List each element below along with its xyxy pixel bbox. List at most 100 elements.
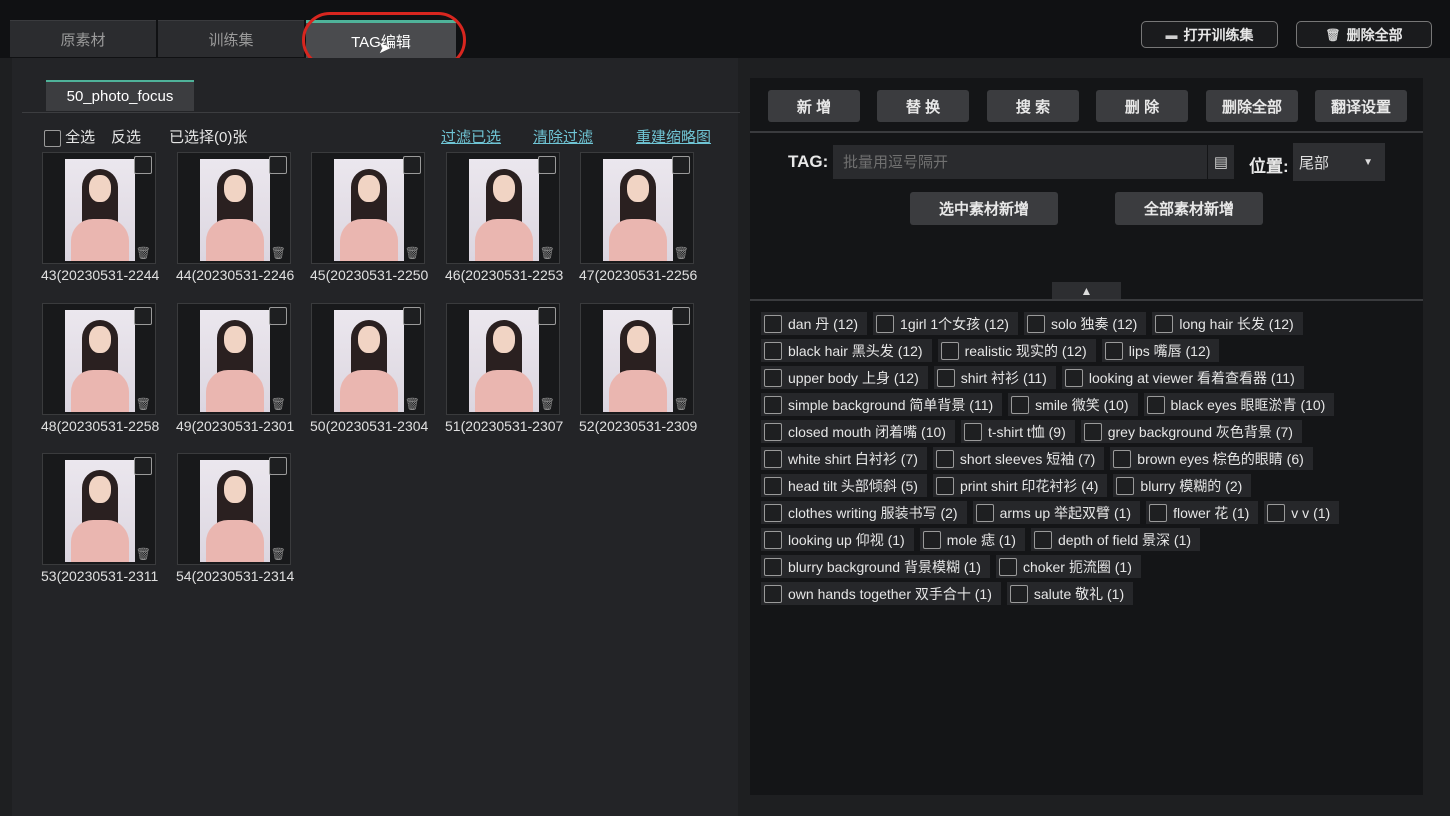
tag-input[interactable] <box>833 145 1207 179</box>
tag-checkbox[interactable] <box>1009 584 1028 603</box>
thumbnail-checkbox[interactable] <box>672 156 690 174</box>
tag-checkbox[interactable] <box>1267 503 1286 522</box>
trash-icon[interactable]: 🗑 <box>136 246 151 260</box>
tab-training-set[interactable]: 训练集 <box>158 20 304 57</box>
tag-item[interactable]: looking up 仰视 (1) <box>761 528 914 551</box>
delete-button[interactable]: 删 除 <box>1096 90 1188 122</box>
tag-checkbox[interactable] <box>935 476 954 495</box>
tag-item[interactable]: flower 花 (1) <box>1146 501 1259 524</box>
tag-checkbox[interactable] <box>1026 314 1045 333</box>
tag-checkbox[interactable] <box>1113 449 1132 468</box>
tag-item[interactable]: blurry 模糊的 (2) <box>1113 474 1252 497</box>
tag-checkbox[interactable] <box>1033 530 1052 549</box>
trash-icon[interactable]: 🗑 <box>674 397 689 411</box>
add-to-all-button[interactable]: 全部素材新增 <box>1115 192 1263 225</box>
tag-checkbox[interactable] <box>1064 368 1083 387</box>
replace-button[interactable]: 替 换 <box>877 90 969 122</box>
tag-item[interactable]: solo 独奏 (12) <box>1023 312 1147 335</box>
tag-checkbox[interactable] <box>764 341 782 360</box>
tag-item[interactable]: salute 敬礼 (1) <box>1006 582 1134 605</box>
tag-checkbox[interactable] <box>1146 395 1165 414</box>
tag-item[interactable]: blurry background 背景模糊 (1) <box>761 555 990 578</box>
tag-item[interactable]: looking at viewer 看着查看器 (11) <box>1061 366 1304 389</box>
image-thumbnail[interactable]: 🗑 <box>580 152 694 264</box>
translate-settings-button[interactable]: 翻译设置 <box>1315 90 1407 122</box>
tag-checkbox[interactable] <box>935 449 954 468</box>
tag-checkbox[interactable] <box>998 557 1017 576</box>
trash-icon[interactable]: 🗑 <box>271 397 286 411</box>
thumbnail-checkbox[interactable] <box>403 156 421 174</box>
tag-item[interactable]: t-shirt t恤 (9) <box>960 420 1075 443</box>
thumbnail-checkbox[interactable] <box>672 307 690 325</box>
tag-checkbox[interactable] <box>764 584 782 603</box>
tag-checkbox[interactable] <box>764 503 782 522</box>
tag-item[interactable]: long hair 长发 (12) <box>1152 312 1303 335</box>
tag-item[interactable]: own hands together 双手合十 (1) <box>761 582 1001 605</box>
delete-all-button[interactable]: 删除全部 <box>1206 90 1298 122</box>
image-thumbnail[interactable]: 🗑 <box>177 453 291 565</box>
collapse-up-icon[interactable]: ▲ <box>1052 282 1121 300</box>
tag-item[interactable]: depth of field 景深 (1) <box>1030 528 1201 551</box>
tab-raw-material[interactable]: 原素材 <box>10 20 156 57</box>
tag-item[interactable]: print shirt 印花衬衫 (4) <box>932 474 1108 497</box>
tag-item[interactable]: simple background 简单背景 (11) <box>761 393 1003 416</box>
add-to-selected-button[interactable]: 选中素材新增 <box>910 192 1058 225</box>
select-all-control[interactable]: 全选 <box>44 126 95 147</box>
image-thumbnail[interactable]: 🗑 <box>177 152 291 264</box>
trash-icon[interactable]: 🗑 <box>136 397 151 411</box>
tag-checkbox[interactable] <box>922 530 941 549</box>
document-icon[interactable]: ▤ <box>1208 145 1234 179</box>
thumbnail-checkbox[interactable] <box>269 307 287 325</box>
tag-item[interactable]: 1girl 1个女孩 (12) <box>873 312 1018 335</box>
tag-checkbox[interactable] <box>936 368 955 387</box>
tag-checkbox[interactable] <box>1083 422 1102 441</box>
folder-tab[interactable]: 50_photo_focus <box>46 80 194 111</box>
tag-item[interactable]: head tilt 头部倾斜 (5) <box>761 474 927 497</box>
thumbnail-checkbox[interactable] <box>269 457 287 475</box>
tag-item[interactable]: short sleeves 短袖 (7) <box>932 447 1105 470</box>
image-thumbnail[interactable]: 🗑 <box>42 303 156 415</box>
select-all-checkbox[interactable] <box>44 129 61 147</box>
tag-item[interactable]: choker 扼流圈 (1) <box>995 555 1141 578</box>
tag-item[interactable]: realistic 现实的 (12) <box>937 339 1096 362</box>
image-thumbnail[interactable]: 🗑 <box>42 453 156 565</box>
trash-icon[interactable]: 🗑 <box>540 246 555 260</box>
tag-checkbox[interactable] <box>1116 476 1135 495</box>
tag-checkbox[interactable] <box>764 557 782 576</box>
tag-checkbox[interactable] <box>764 530 782 549</box>
filter-selected-link[interactable]: 过滤已选 <box>441 126 501 147</box>
trash-icon[interactable]: 🗑 <box>405 397 420 411</box>
thumbnail-checkbox[interactable] <box>403 307 421 325</box>
clear-filter-link[interactable]: 清除过滤 <box>533 126 593 147</box>
tag-item[interactable]: black hair 黑头发 (12) <box>761 339 932 362</box>
tag-item[interactable]: grey background 灰色背景 (7) <box>1080 420 1302 443</box>
tag-item[interactable]: arms up 举起双臂 (1) <box>972 501 1141 524</box>
tag-checkbox[interactable] <box>764 449 782 468</box>
image-thumbnail[interactable]: 🗑 <box>446 152 560 264</box>
trash-icon[interactable]: 🗑 <box>674 246 689 260</box>
tag-item[interactable]: smile 微笑 (10) <box>1008 393 1138 416</box>
thumbnail-checkbox[interactable] <box>134 307 152 325</box>
thumbnail-checkbox[interactable] <box>538 307 556 325</box>
thumbnail-checkbox[interactable] <box>538 156 556 174</box>
image-thumbnail[interactable]: 🗑 <box>177 303 291 415</box>
open-training-set-button[interactable]: ▬ 打开训练集 <box>1141 21 1278 48</box>
tag-item[interactable]: brown eyes 棕色的眼睛 (6) <box>1110 447 1313 470</box>
trash-icon[interactable]: 🗑 <box>271 246 286 260</box>
trash-icon[interactable]: 🗑 <box>271 547 286 561</box>
tag-item[interactable]: closed mouth 闭着嘴 (10) <box>761 420 955 443</box>
trash-icon[interactable]: 🗑 <box>136 547 151 561</box>
tag-checkbox[interactable] <box>764 476 782 495</box>
tag-checkbox[interactable] <box>764 422 782 441</box>
thumbnail-checkbox[interactable] <box>134 457 152 475</box>
thumbnail-checkbox[interactable] <box>134 156 152 174</box>
tag-checkbox[interactable] <box>764 395 782 414</box>
invert-selection[interactable]: 反选 <box>111 126 141 147</box>
tag-item[interactable]: shirt 衬衫 (11) <box>933 366 1056 389</box>
image-thumbnail[interactable]: 🗑 <box>311 303 425 415</box>
image-thumbnail[interactable]: 🗑 <box>580 303 694 415</box>
tag-item[interactable]: black eyes 眼眶淤青 (10) <box>1143 393 1335 416</box>
tag-item[interactable]: lips 嘴唇 (12) <box>1101 339 1220 362</box>
tag-item[interactable]: clothes writing 服装书写 (2) <box>761 501 967 524</box>
tag-item[interactable]: mole 痣 (1) <box>919 528 1025 551</box>
